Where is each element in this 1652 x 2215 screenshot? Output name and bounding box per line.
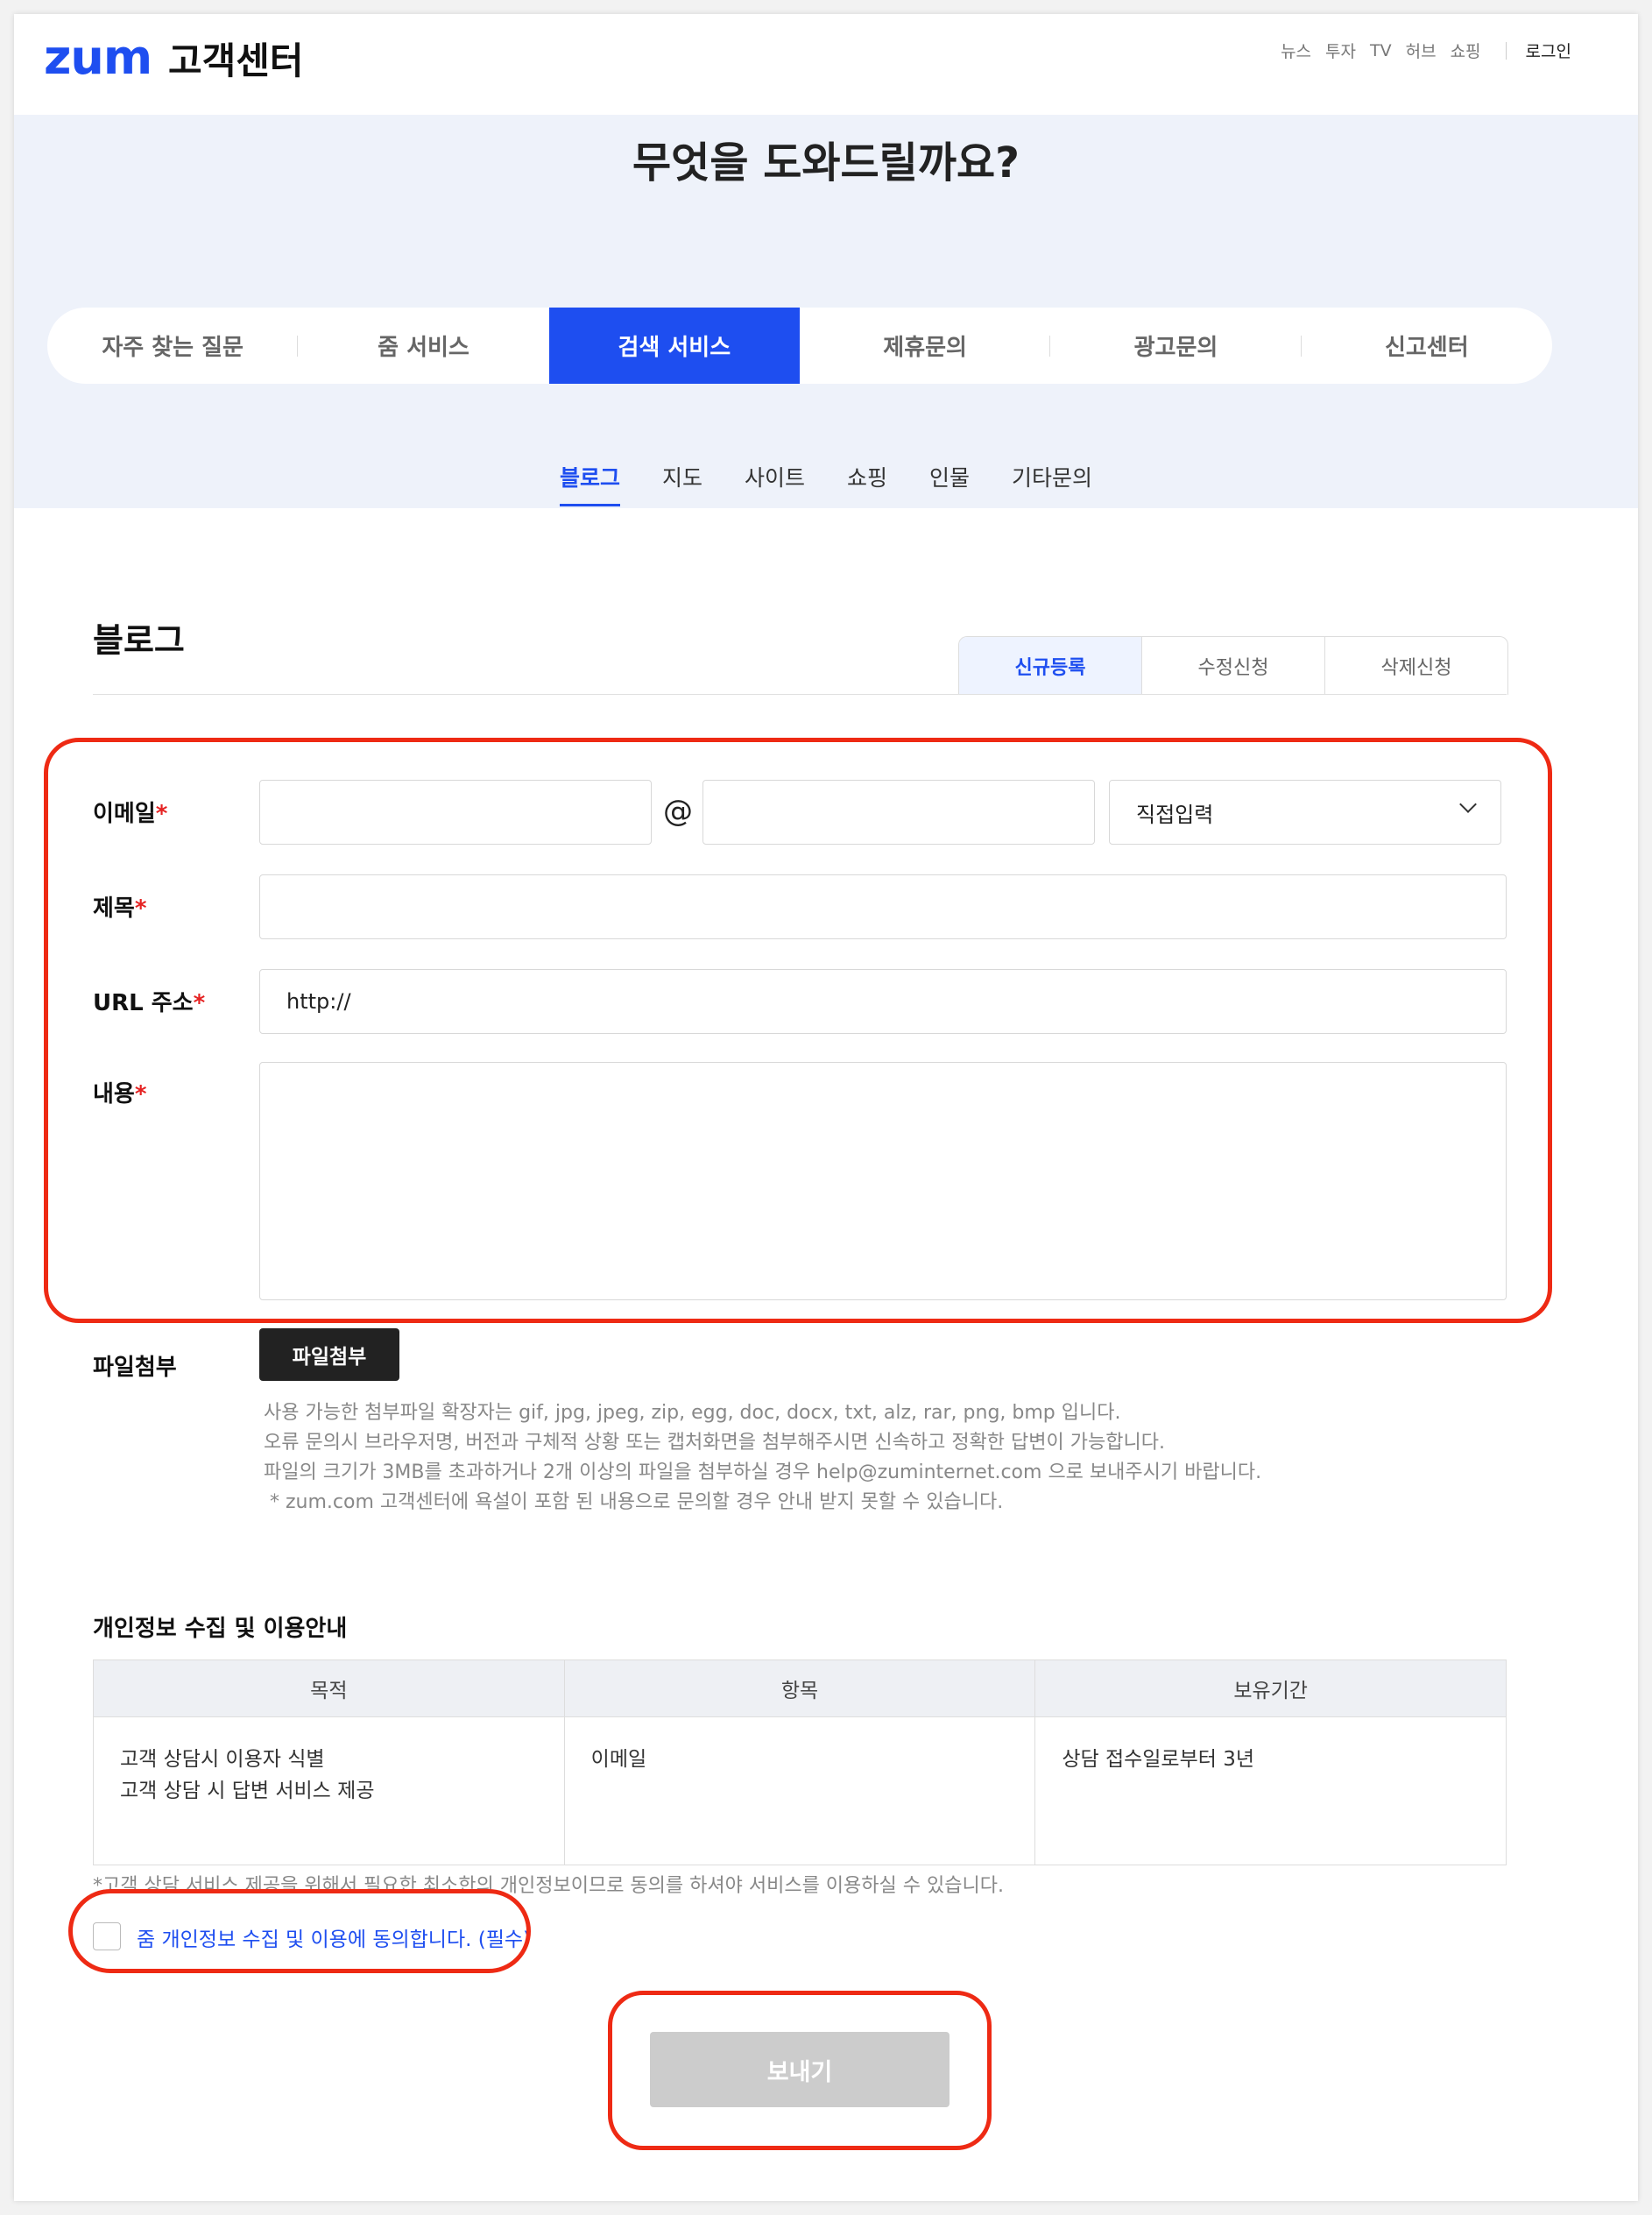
tab-delete-request[interactable]: 삭제신청 xyxy=(1324,637,1507,695)
file-attach-button[interactable]: 파일첨부 xyxy=(259,1328,399,1381)
tab-partnership[interactable]: 제휴문의 xyxy=(800,308,1051,384)
subnav-person[interactable]: 인물 xyxy=(908,461,991,506)
tab-zum-service[interactable]: 줌 서비스 xyxy=(298,308,548,384)
purpose-cell: 고객 상담시 이용자 식별 고객 상담 시 답변 서비스 제공 xyxy=(93,1716,565,1865)
nav-news[interactable]: 뉴스 xyxy=(1281,39,1311,62)
nav-hub[interactable]: 허브 xyxy=(1406,39,1437,62)
item-cell: 이메일 xyxy=(563,1716,1036,1865)
attach-label: 파일첨부 xyxy=(93,1355,177,1381)
tab-edit-request[interactable]: 수정신청 xyxy=(1141,637,1324,695)
attach-note: 사용 가능한 첨부파일 확장자는 gif, jpg, jpeg, zip, eg… xyxy=(264,1402,1121,1424)
column-header-item: 항목 xyxy=(563,1659,1036,1717)
sub-nav: 블로그 지도 사이트 쇼핑 인물 기타문의 xyxy=(14,461,1638,506)
highlight-send xyxy=(608,1991,992,2150)
nav-shopping[interactable]: 쇼핑 xyxy=(1451,39,1481,62)
privacy-table: 목적 항목 보유기간 고객 상담시 이용자 식별 고객 상담 시 답변 서비스 … xyxy=(93,1659,1507,1865)
nav-divider xyxy=(1505,41,1507,60)
tab-label: 신고센터 xyxy=(1384,335,1469,361)
period-cell: 상담 접수일로부터 3년 xyxy=(1034,1716,1507,1865)
tab-advertising[interactable]: 광고문의 xyxy=(1050,308,1302,384)
attach-note: 오류 문의시 브라우저명, 버전과 구체적 상황 또는 캡처화면을 첨부해주시면… xyxy=(264,1432,1165,1454)
tab-label: 광고문의 xyxy=(1133,335,1218,361)
attach-notes: 사용 가능한 첨부파일 확장자는 gif, jpg, jpeg, zip, eg… xyxy=(264,1398,1261,1518)
tab-search-service[interactable]: 검색 서비스 xyxy=(548,308,800,384)
subnav-other[interactable]: 기타문의 xyxy=(991,461,1113,506)
table-row: 고객 상담시 이용자 식별 고객 상담 시 답변 서비스 제공 이메일 상담 접… xyxy=(93,1716,1507,1865)
highlight-form-fields xyxy=(44,738,1552,1323)
subnav-site[interactable]: 사이트 xyxy=(724,461,826,506)
category-tabs: 자주 찾는 질문 줌 서비스 검색 서비스 제휴문의 광고문의 신고센터 xyxy=(47,308,1552,384)
tab-label: 제휴문의 xyxy=(883,335,967,361)
subnav-blog[interactable]: 블로그 xyxy=(539,461,641,506)
tab-label: 줌 서비스 xyxy=(378,335,469,361)
subnav-map[interactable]: 지도 xyxy=(641,461,724,506)
purpose-line: 고객 상담 시 답변 서비스 제공 xyxy=(120,1780,375,1802)
tab-label: 자주 찾는 질문 xyxy=(102,335,244,361)
table-header-row: 목적 항목 보유기간 xyxy=(93,1659,1507,1717)
nav-invest[interactable]: 투자 xyxy=(1325,39,1356,62)
hero-question: 무엇을 도와드릴까요? xyxy=(632,138,1020,188)
tab-faq[interactable]: 자주 찾는 질문 xyxy=(47,308,299,384)
attach-note: 파일의 크기가 3MB를 초과하거나 2개 이상의 파일을 첨부하실 경우 he… xyxy=(264,1461,1262,1483)
login-link[interactable]: 로그인 xyxy=(1526,39,1571,62)
column-header-purpose: 목적 xyxy=(93,1659,565,1717)
nav-tv[interactable]: TV xyxy=(1370,41,1392,60)
tab-new-registration[interactable]: 신규등록 xyxy=(959,637,1141,695)
privacy-title: 개인정보 수집 및 이용안내 xyxy=(93,1616,348,1642)
section-divider xyxy=(93,694,1507,695)
highlight-agree xyxy=(68,1889,531,1973)
column-header-period: 보유기간 xyxy=(1034,1659,1507,1717)
page-frame: zum 고객센터 뉴스 투자 TV 허브 쇼핑 로그인 무엇을 도와드릴까요? … xyxy=(14,14,1638,2201)
page-title: 고객센터 xyxy=(168,39,304,82)
request-type-tabs: 신규등록 수정신청 삭제신청 xyxy=(958,636,1508,695)
tab-label: 검색 서비스 xyxy=(618,335,731,361)
zum-logo[interactable]: zum xyxy=(44,30,152,85)
attach-note: * zum.com 고객센터에 욕설이 포함 된 내용으로 문의할 경우 안내 … xyxy=(264,1491,1004,1513)
section-title: 블로그 xyxy=(93,621,185,660)
top-nav: 뉴스 투자 TV 허브 쇼핑 로그인 xyxy=(1267,39,1571,62)
purpose-line: 고객 상담시 이용자 식별 xyxy=(120,1748,325,1771)
subnav-shopping[interactable]: 쇼핑 xyxy=(826,461,908,506)
tab-report-center[interactable]: 신고센터 xyxy=(1302,308,1552,384)
